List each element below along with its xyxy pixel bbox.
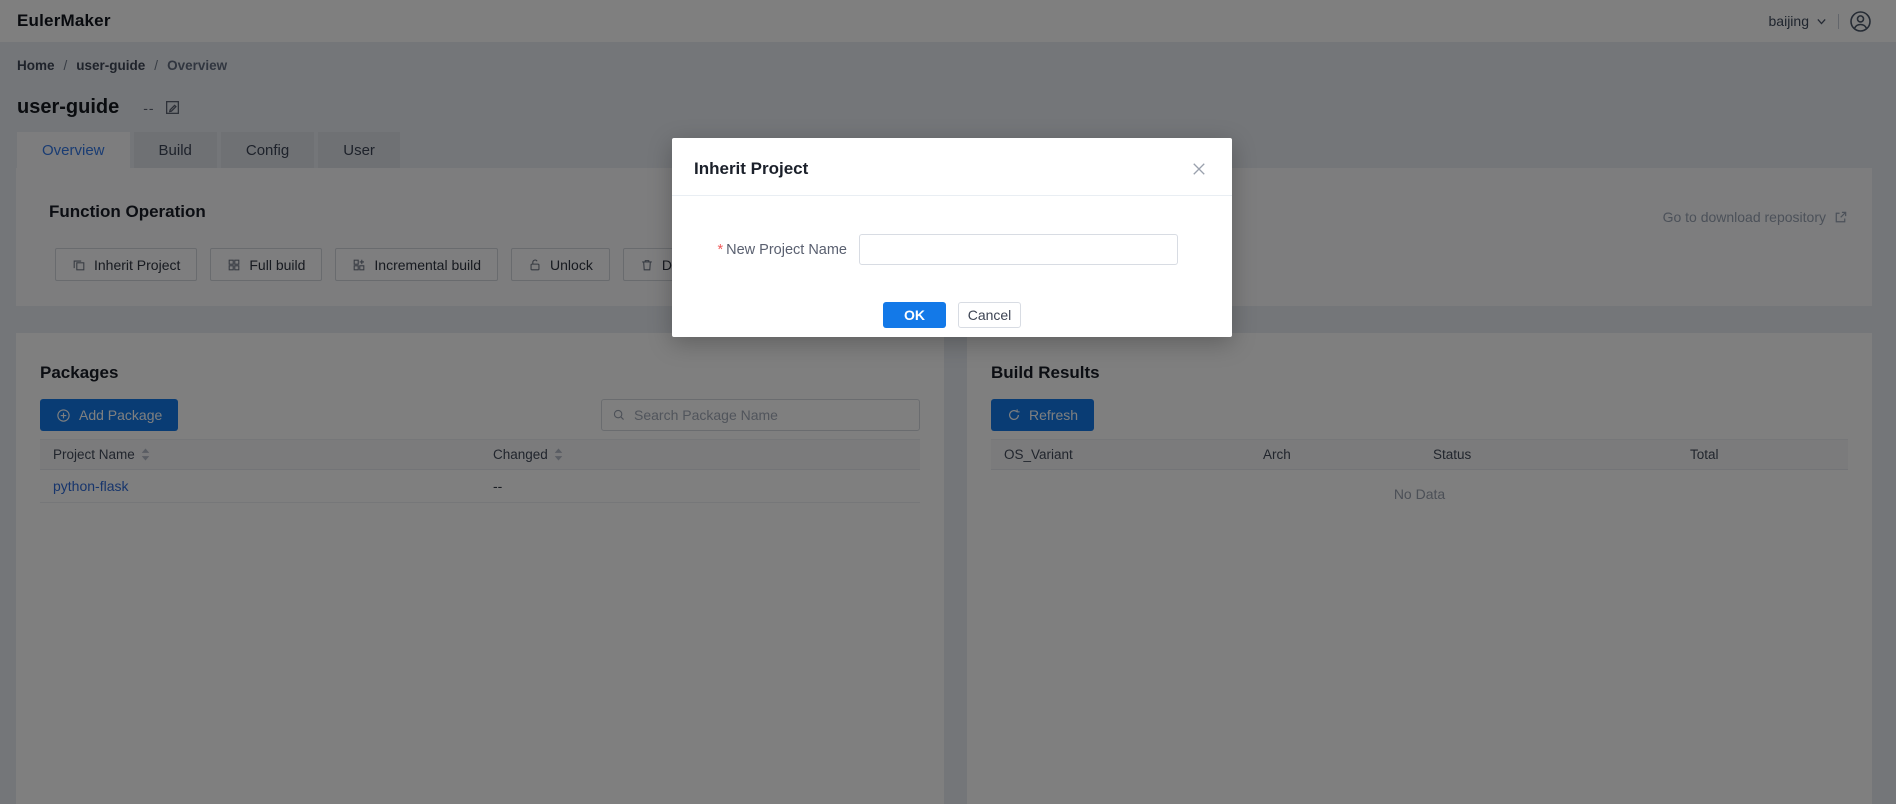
modal-title: Inherit Project [694, 159, 808, 179]
required-mark: * [717, 242, 723, 258]
ok-button[interactable]: OK [883, 302, 946, 328]
cancel-button[interactable]: Cancel [958, 302, 1021, 328]
new-project-name-input[interactable] [859, 234, 1178, 265]
close-icon[interactable] [1188, 158, 1210, 180]
new-project-name-label: *New Project Name [693, 242, 859, 258]
modal-overlay[interactable] [0, 0, 1896, 804]
inherit-project-modal: Inherit Project *New Project Name OK Can… [672, 138, 1232, 337]
app-root: EulerMaker baijing Home / user-guide / O… [0, 0, 1896, 804]
